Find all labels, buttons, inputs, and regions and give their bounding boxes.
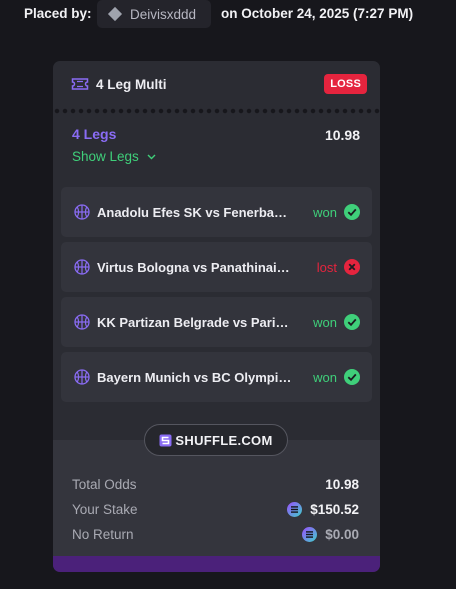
check-icon <box>344 369 360 385</box>
leg-status: won <box>313 369 337 385</box>
username: Deivisxddd <box>130 6 197 22</box>
total-odds-label: Total Odds <box>72 476 137 492</box>
total-odds-value: 10.98 <box>325 476 359 492</box>
leg-status: won <box>313 314 337 330</box>
legs-count: 4 Legs <box>72 126 117 142</box>
bet-card: 4 Leg Multi LOSS 4 Legs 10.98 Show Legs … <box>53 61 380 572</box>
bet-info-bar: Placed by: Deivisxddd on October 24, 202… <box>0 0 456 30</box>
diamond-icon <box>107 6 123 22</box>
show-legs-label: Show Legs <box>72 149 139 164</box>
return-amount: $0.00 <box>302 526 359 542</box>
leg-row[interactable]: Virtus Bologna vs Panathinaikos lost <box>61 242 372 292</box>
chevron-down-icon <box>147 154 156 159</box>
bet-summary-section: Total Odds 10.98 Your Stake $150.52 No R… <box>53 440 380 556</box>
basketball-icon <box>74 204 90 220</box>
leg-row[interactable]: Anadolu Efes SK vs Fenerbahçe won <box>61 187 372 237</box>
leg-status: lost <box>316 259 337 275</box>
return-label: No Return <box>72 526 134 542</box>
show-legs-toggle[interactable]: Show Legs <box>72 149 360 164</box>
brand-label: SHUFFLE.COM <box>175 432 273 448</box>
leg-row[interactable]: Bayern Munich vs BC Olympiacos won <box>61 352 372 402</box>
total-odds-row: Total Odds 10.98 <box>72 474 359 494</box>
placed-date: on October 24, 2025 (7:27 PM) <box>221 6 414 21</box>
shuffle-logo-icon <box>159 434 172 446</box>
bet-card-header: 4 Leg Multi LOSS <box>53 61 380 107</box>
leg-row[interactable]: KK Partizan Belgrade vs Paris Basketball… <box>61 297 372 347</box>
bet-title: 4 Leg Multi <box>96 76 167 92</box>
basketball-icon <box>74 259 90 275</box>
currency-coin-icon <box>302 526 318 542</box>
return-row: No Return $0.00 <box>72 524 359 544</box>
basketball-icon <box>74 369 90 385</box>
stake-value: $150.52 <box>310 501 359 517</box>
check-icon <box>344 204 360 220</box>
perforation-divider <box>53 107 380 115</box>
status-badge: LOSS <box>324 74 367 94</box>
card-bottom-bar <box>53 556 380 572</box>
placed-by-label: Placed by: <box>24 6 92 21</box>
leg-name: KK Partizan Belgrade vs Paris Basketball <box>97 314 293 330</box>
legs-odds: 10.98 <box>324 127 360 143</box>
x-icon <box>344 259 360 275</box>
ticket-icon <box>71 78 89 90</box>
legs-summary: 4 Legs 10.98 Show Legs <box>53 115 380 186</box>
leg-name: Bayern Munich vs BC Olympiacos <box>97 369 293 385</box>
basketball-icon <box>74 314 90 330</box>
check-icon <box>344 314 360 330</box>
stake-row: Your Stake $150.52 <box>72 499 359 519</box>
shuffle-brand-badge[interactable]: SHUFFLE.COM <box>144 424 288 456</box>
currency-coin-icon <box>287 501 303 517</box>
user-chip[interactable]: Deivisxddd <box>97 0 211 28</box>
leg-status: won <box>313 204 337 220</box>
leg-name: Virtus Bologna vs Panathinaikos <box>97 259 293 275</box>
stake-amount: $150.52 <box>287 501 359 517</box>
leg-name: Anadolu Efes SK vs Fenerbahçe <box>97 204 293 220</box>
stake-label: Your Stake <box>72 501 138 517</box>
return-value: $0.00 <box>325 526 359 542</box>
